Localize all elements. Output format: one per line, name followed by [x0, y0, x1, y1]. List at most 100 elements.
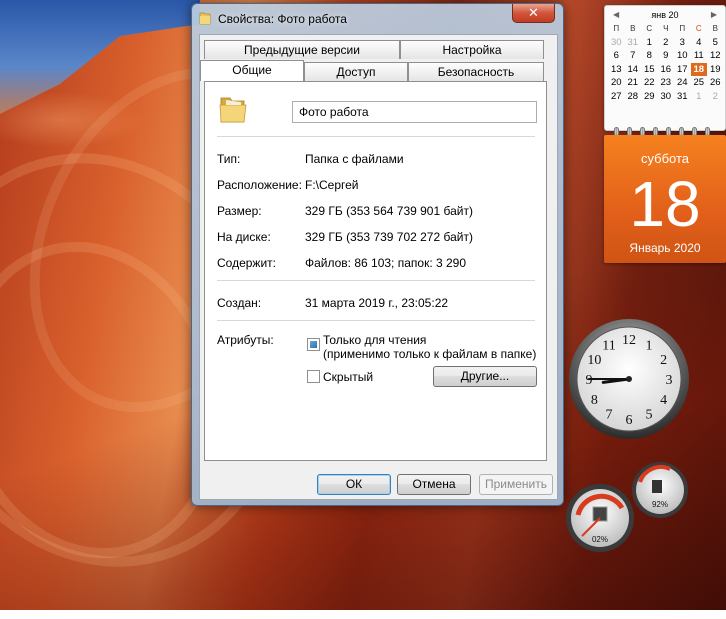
size-value: 329 ГБ (353 564 739 901 байт) [305, 204, 473, 218]
calendar-gadget[interactable]: ◀ янв 20 ▶ П В С Ч П С В 30 31 1 2 3 4 5 6 7 8 9 10 11 12 13 1… [604, 5, 726, 263]
calendar-day[interactable]: 13 [608, 63, 625, 77]
calendar-day[interactable]: 29 [641, 90, 658, 104]
clock-numeral: 11 [602, 338, 615, 353]
calendar-day[interactable]: 1 [641, 36, 658, 50]
calendar-day[interactable]: 12 [707, 49, 724, 63]
calendar-day[interactable]: 17 [674, 63, 691, 77]
calendar-day[interactable]: 16 [658, 63, 675, 77]
calendar-month-label: янв 20 [651, 10, 679, 20]
calendar-day[interactable]: 19 [707, 63, 724, 77]
separator [217, 136, 535, 137]
general-tab-page: Тип: Папка с файлами Расположение: F:\Се… [204, 81, 547, 461]
calendar-day-number: 18 [629, 168, 701, 240]
clock-numeral: 2 [660, 353, 667, 368]
calendar-day[interactable]: 9 [658, 49, 675, 63]
separator [217, 280, 535, 281]
size-label: Размер: [217, 204, 262, 218]
window-title: Свойства: Фото работа [218, 12, 347, 26]
folder-name-input[interactable] [292, 101, 537, 123]
memory-chip-icon [652, 480, 662, 493]
calendar-day[interactable]: 11 [691, 49, 708, 63]
calendar-weekday-header: С [646, 24, 653, 33]
memory-percent: 92% [652, 500, 668, 509]
clock-center-pin [626, 376, 632, 382]
clock-numeral: 5 [646, 408, 653, 423]
calendar-day[interactable]: 22 [641, 76, 658, 90]
calendar-day[interactable]: 24 [674, 76, 691, 90]
tab-general[interactable]: Общие [200, 60, 304, 81]
calendar-day[interactable]: 6 [608, 49, 625, 63]
title-bar[interactable]: Свойства: Фото работа ✕ [192, 4, 563, 34]
type-label: Тип: [217, 152, 241, 166]
close-button[interactable]: ✕ [512, 4, 555, 23]
clock-numeral: 9 [586, 373, 593, 388]
readonly-checkbox[interactable] [307, 338, 320, 351]
calendar-weekday-header: В [630, 24, 636, 33]
calendar-day[interactable]: 27 [608, 90, 625, 104]
advanced-button[interactable]: Другие... [433, 366, 537, 387]
calendar-day[interactable]: 25 [691, 76, 708, 90]
hidden-checkbox[interactable] [307, 370, 320, 383]
readonly-note: (применимо только к файлам в папке) [323, 347, 537, 361]
attributes-label: Атрибуты: [217, 333, 274, 347]
tab-sharing[interactable]: Доступ [304, 62, 408, 81]
calendar-weekday: суббота [640, 151, 690, 166]
hidden-label: Скрытый [323, 370, 374, 384]
created-value: 31 марта 2019 г., 23:05:22 [305, 296, 449, 310]
calendar-weekday-header: В [712, 24, 718, 33]
calendar-weekday-header: Ч [663, 24, 669, 33]
folder-large-icon [219, 97, 247, 123]
location-value: F:\Сергей [305, 178, 359, 192]
clock-gadget[interactable]: 12 12 3 45678 9 1011 [568, 318, 690, 440]
calendar-day[interactable]: 30 [658, 90, 675, 104]
calendar-day[interactable]: 4 [691, 36, 708, 50]
calendar-weekday-header: П [679, 24, 686, 33]
location-label: Расположение: [217, 178, 302, 192]
calendar-day[interactable]: 30 [608, 36, 625, 50]
tab-customize[interactable]: Настройка [400, 40, 544, 59]
clock-numeral: 7 [606, 408, 613, 423]
calendar-day[interactable]: 2 [707, 90, 724, 104]
calendar-day[interactable]: 31 [674, 90, 691, 104]
type-value: Папка с файлами [305, 152, 404, 166]
created-label: Создан: [217, 296, 262, 310]
calendar-weekday-header: С [695, 24, 702, 33]
calendar-day[interactable]: 23 [658, 76, 675, 90]
calendar-day[interactable]: 15 [641, 63, 658, 77]
readonly-label: Только для чтения [323, 333, 427, 347]
calendar-day[interactable]: 2 [658, 36, 675, 50]
calendar-day[interactable]: 3 [674, 36, 691, 50]
calendar-day[interactable]: 31 [625, 36, 642, 50]
folder-icon [199, 12, 211, 25]
contains-label: Содержит: [217, 256, 276, 270]
clock-numeral: 1 [646, 338, 653, 353]
calendar-day[interactable]: 5 [707, 36, 724, 50]
calendar-day[interactable]: 28 [625, 90, 642, 104]
contains-value: Файлов: 86 103; папок: 3 290 [305, 256, 467, 270]
calendar-day[interactable]: 21 [625, 76, 642, 90]
clock-numeral: 4 [660, 393, 667, 408]
calendar-day[interactable]: 26 [707, 76, 724, 90]
size-on-disk-label: На диске: [217, 230, 271, 244]
calendar-day[interactable]: 10 [674, 49, 691, 63]
calendar-day-view: суббота 18 Январь 2020 [604, 135, 726, 263]
calendar-day[interactable]: 14 [625, 63, 642, 77]
tab-security[interactable]: Безопасность [408, 62, 544, 81]
calendar-day[interactable]: 8 [641, 49, 658, 63]
properties-dialog: Свойства: Фото работа ✕ Предыдущие верси… [191, 3, 564, 506]
calendar-day[interactable]: 20 [608, 76, 625, 90]
calendar-grid: П В С Ч П С В 30 31 1 2 3 4 5 6 7 8 9 10 11 12 13 14 15 16 17 18 19… [608, 22, 724, 103]
calendar-day[interactable]: 1 [691, 90, 708, 104]
apply-button[interactable]: Применить [479, 474, 553, 495]
clock-numeral: 8 [591, 393, 598, 408]
next-month-icon[interactable]: ▶ [711, 10, 717, 19]
ok-button[interactable]: ОК [317, 474, 391, 495]
separator [217, 320, 535, 321]
clock-numeral: 12 [622, 333, 636, 348]
calendar-day[interactable]: 7 [625, 49, 642, 63]
cancel-button[interactable]: Отмена [397, 474, 471, 495]
tab-previous-versions[interactable]: Предыдущие версии [204, 40, 400, 59]
clock-numeral: 10 [587, 353, 601, 368]
calendar-day[interactable]: 18 [690, 62, 707, 76]
cpu-meter-gadget[interactable]: 92% 02% [560, 460, 690, 552]
